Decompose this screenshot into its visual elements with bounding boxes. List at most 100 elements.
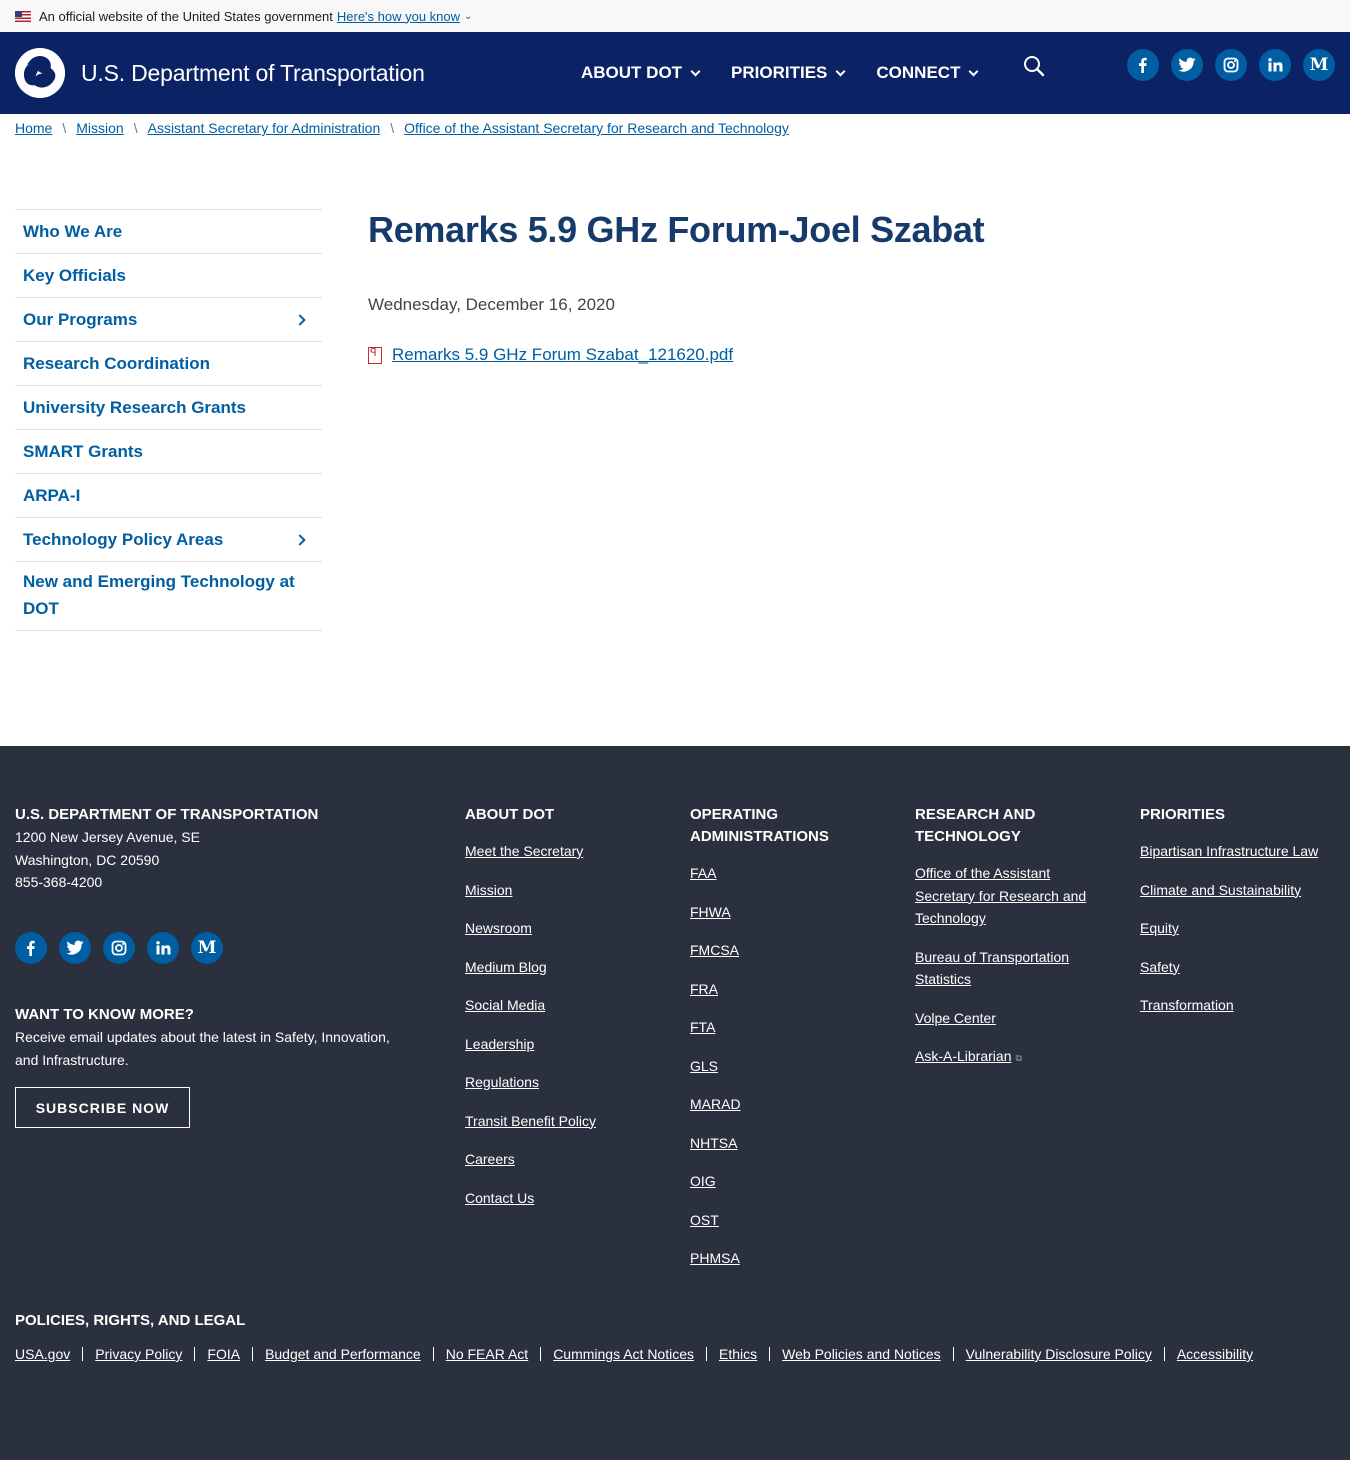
footer-operating-administrations: OPERATING ADMINISTRATIONS FAA FHWA FMCSA… [690, 804, 890, 1286]
footer-link-volpe-center[interactable]: Volpe Center [915, 1007, 1105, 1030]
policy-link-no-fear-act[interactable]: No FEAR Act [446, 1346, 528, 1362]
footer-link-ost[interactable]: OST [690, 1209, 890, 1232]
sidenav-item-university-research-grants[interactable]: University Research Grants [15, 386, 322, 430]
medium-icon[interactable]: M [1303, 49, 1335, 81]
policy-link-privacy-policy[interactable]: Privacy Policy [95, 1346, 182, 1362]
chevron-down-icon[interactable]: ⌄ [464, 11, 472, 22]
footer-link-ost-r[interactable]: Office of the Assistant Secretary for Re… [915, 862, 1105, 930]
footer-link-oig[interactable]: OIG [690, 1170, 890, 1193]
site-logo-link[interactable]: U.S. Department of Transportation [15, 48, 425, 98]
site-name: U.S. Department of Transportation [81, 59, 425, 86]
sidenav-item-new-emerging-technology[interactable]: New and Emerging Technology at DOT [15, 562, 322, 631]
footer-phone: 855-368-4200 [15, 874, 103, 890]
policy-link-usa-gov[interactable]: USA.gov [15, 1346, 70, 1362]
footer-link-fmcsa[interactable]: FMCSA [690, 939, 890, 962]
nav-connect[interactable]: CONNECT [876, 63, 979, 83]
footer-link-newsroom[interactable]: Newsroom [465, 917, 665, 940]
linkedin-icon[interactable] [1259, 49, 1291, 81]
sidenav-label: Research Coordination [23, 354, 211, 373]
site-header: U.S. Department of Transportation ABOUT … [0, 32, 1350, 114]
medium-icon[interactable]: M [191, 932, 223, 964]
instagram-icon[interactable] [1215, 49, 1247, 81]
header-social-links: M [1127, 49, 1335, 81]
footer-social-links: M [15, 932, 223, 964]
footer-link-nhtsa[interactable]: NHTSA [690, 1132, 890, 1155]
footer-link-contact-us[interactable]: Contact Us [465, 1187, 665, 1210]
footer-link-bts[interactable]: Bureau of Transportation Statistics [915, 946, 1105, 991]
footer-link-transit-benefit-policy[interactable]: Transit Benefit Policy [465, 1110, 665, 1133]
sidenav-item-research-coordination[interactable]: Research Coordination [15, 342, 322, 386]
policy-link-vulnerability-disclosure[interactable]: Vulnerability Disclosure Policy [966, 1346, 1152, 1362]
policy-link-accessibility[interactable]: Accessibility [1177, 1346, 1253, 1362]
site-footer: U.S. DEPARTMENT OF TRANSPORTATION 1200 N… [0, 746, 1350, 1460]
policy-link-budget-performance[interactable]: Budget and Performance [265, 1346, 421, 1362]
footer-link-faa[interactable]: FAA [690, 862, 890, 885]
gov-banner-text: An official website of the United States… [39, 8, 333, 24]
footer-about-dot: ABOUT DOT Meet the Secretary Mission New… [465, 804, 665, 1225]
policy-divider [252, 1347, 254, 1361]
policy-link-cummings-act[interactable]: Cummings Act Notices [553, 1346, 694, 1362]
footer-link-leadership[interactable]: Leadership [465, 1033, 665, 1056]
footer-link-equity[interactable]: Equity [1140, 917, 1340, 940]
breadcrumb-separator: \ [62, 120, 67, 136]
heres-how-you-know-link[interactable]: Here's how you know [337, 9, 460, 24]
footer-link-regulations[interactable]: Regulations [465, 1071, 665, 1094]
footer-link-fra[interactable]: FRA [690, 978, 890, 1001]
nav-about-dot[interactable]: ABOUT DOT [581, 63, 701, 83]
footer-link-fta[interactable]: FTA [690, 1016, 890, 1039]
policies-heading: POLICIES, RIGHTS, AND LEGAL [15, 1312, 246, 1329]
footer-link-meet-the-secretary[interactable]: Meet the Secretary [465, 840, 665, 863]
facebook-icon[interactable] [1127, 49, 1159, 81]
twitter-icon[interactable] [1171, 49, 1203, 81]
twitter-icon[interactable] [59, 932, 91, 964]
sidenav-label: SMART Grants [23, 442, 143, 461]
policy-divider [432, 1347, 434, 1361]
instagram-icon[interactable] [103, 932, 135, 964]
sidenav-item-our-programs[interactable]: Our Programs [15, 298, 322, 342]
footer-link-phmsa[interactable]: PHMSA [690, 1247, 890, 1270]
facebook-icon[interactable] [15, 932, 47, 964]
search-icon[interactable] [1023, 55, 1045, 77]
subscribe-heading: WANT TO KNOW MORE? [15, 1006, 194, 1023]
footer-link-marad[interactable]: MARAD [690, 1093, 890, 1116]
footer-link-social-media[interactable]: Social Media [465, 994, 665, 1017]
footer-link-mission[interactable]: Mission [465, 879, 665, 902]
policy-link-ethics[interactable]: Ethics [719, 1346, 757, 1362]
nav-priorities[interactable]: PRIORITIES [731, 63, 846, 83]
breadcrumb-mission[interactable]: Mission [76, 120, 123, 136]
sidenav-item-arpa-i[interactable]: ARPA-I [15, 474, 322, 518]
chevron-right-icon[interactable] [294, 313, 306, 326]
nav-label: PRIORITIES [731, 63, 828, 82]
breadcrumb-home[interactable]: Home [15, 120, 52, 136]
footer-link-transformation[interactable]: Transformation [1140, 994, 1340, 1017]
footer-link-ask-a-librarian[interactable]: Ask-A-Librarian [915, 1048, 1011, 1064]
policy-link-web-policies[interactable]: Web Policies and Notices [782, 1346, 940, 1362]
breadcrumb-assistant-secretary-administration[interactable]: Assistant Secretary for Administration [148, 120, 381, 136]
footer-link-careers[interactable]: Careers [465, 1148, 665, 1171]
sidenav-item-who-we-are[interactable]: Who We Are [15, 210, 322, 254]
footer-link-safety[interactable]: Safety [1140, 956, 1340, 979]
sidenav-item-smart-grants[interactable]: SMART Grants [15, 430, 322, 474]
policy-divider [194, 1347, 196, 1361]
breadcrumb-ost-r[interactable]: Office of the Assistant Secretary for Re… [404, 120, 789, 136]
sidenav-item-key-officials[interactable]: Key Officials [15, 254, 322, 298]
footer-link-bipartisan-infrastructure-law[interactable]: Bipartisan Infrastructure Law [1140, 840, 1340, 863]
linkedin-icon[interactable] [147, 932, 179, 964]
footer-link-fhwa[interactable]: FHWA [690, 901, 890, 924]
publish-date: Wednesday, December 16, 2020 [368, 295, 615, 314]
footer-link-gls[interactable]: GLS [690, 1055, 890, 1078]
policy-link-foia[interactable]: FOIA [207, 1346, 240, 1362]
sidenav-label: Technology Policy Areas [23, 530, 224, 549]
footer-address-line1: 1200 New Jersey Avenue, SE [15, 829, 200, 845]
chevron-right-icon[interactable] [294, 533, 306, 546]
sidenav-item-technology-policy-areas[interactable]: Technology Policy Areas [15, 518, 322, 562]
pdf-download-link[interactable]: Remarks 5.9 GHz Forum Szabat_121620.pdf [392, 345, 733, 365]
breadcrumb-separator: \ [133, 120, 138, 136]
subscribe-now-button[interactable]: SUBSCRIBE NOW [15, 1087, 190, 1128]
us-flag-icon [15, 10, 31, 22]
footer-link-medium-blog[interactable]: Medium Blog [465, 956, 665, 979]
footer-link-climate-sustainability[interactable]: Climate and Sustainability [1140, 879, 1340, 902]
policy-divider [82, 1347, 84, 1361]
policy-divider [706, 1347, 708, 1361]
sidenav-label: ARPA-I [23, 486, 81, 505]
